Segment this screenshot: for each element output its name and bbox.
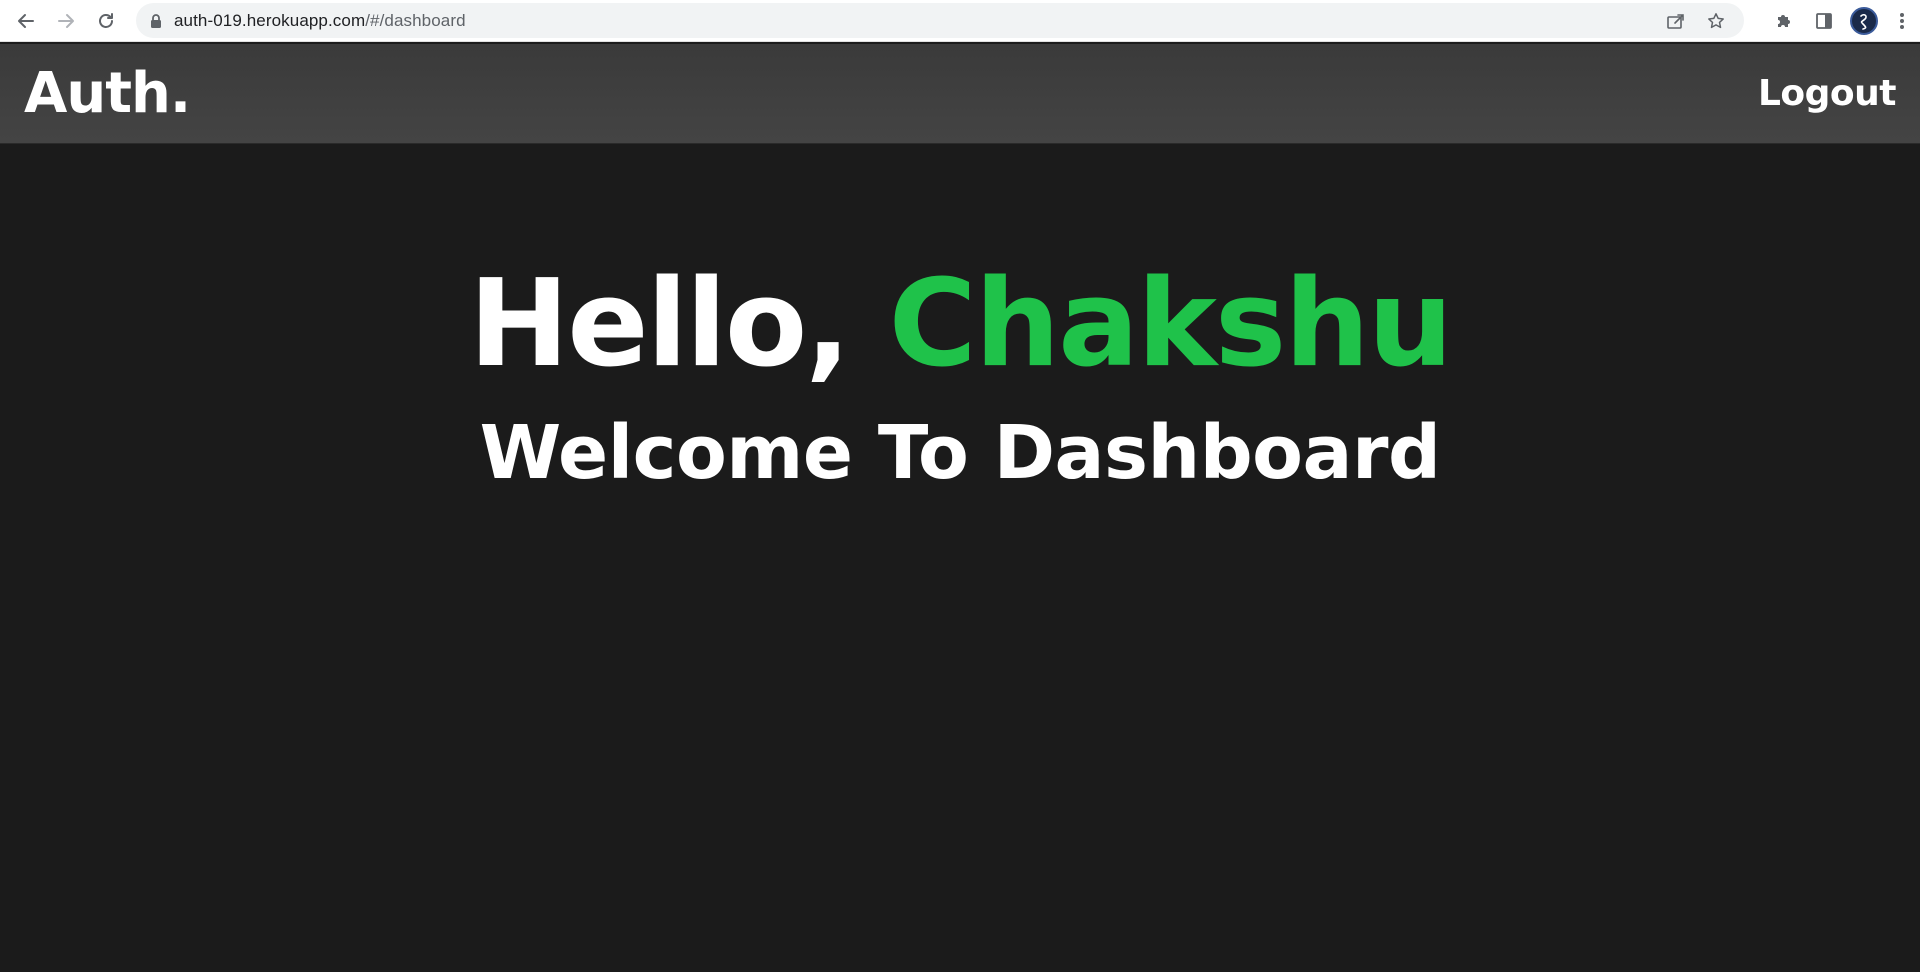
back-arrow-icon <box>18 13 34 28</box>
app-header: Auth. Logout <box>0 44 1920 144</box>
side-panel-button[interactable] <box>1804 0 1844 42</box>
user-name: Chakshu <box>888 255 1454 394</box>
browser-toolbar: auth-019.herokuapp.com/#/dashboard <box>0 0 1920 42</box>
share-icon <box>1667 13 1684 29</box>
logout-button[interactable]: Logout <box>1758 74 1897 114</box>
forward-button[interactable] <box>46 0 86 42</box>
side-panel-icon <box>1816 13 1832 29</box>
brand-logo[interactable]: Auth. <box>24 64 191 124</box>
url-path: /#/dashboard <box>365 10 466 30</box>
browser-menu-button[interactable] <box>1884 0 1920 42</box>
star-icon <box>1708 12 1724 28</box>
kebab-menu-icon <box>1900 13 1904 29</box>
profile-button[interactable] <box>1844 0 1884 42</box>
url-host: auth-019.herokuapp.com <box>174 10 366 30</box>
reload-icon <box>99 12 113 28</box>
reload-button[interactable] <box>86 0 126 42</box>
extensions-button[interactable] <box>1764 0 1804 42</box>
bookmark-button[interactable] <box>1696 12 1736 30</box>
back-button[interactable] <box>6 0 46 42</box>
welcome-heading: Welcome To Dashboard <box>479 410 1441 496</box>
url-text[interactable]: auth-019.herokuapp.com/#/dashboard <box>174 11 466 31</box>
address-bar[interactable]: auth-019.herokuapp.com/#/dashboard <box>136 3 1744 38</box>
puzzle-icon <box>1778 15 1790 27</box>
share-button[interactable] <box>1656 12 1696 30</box>
lock-icon[interactable] <box>150 13 162 28</box>
avatar <box>1850 7 1878 35</box>
greeting-heading: Hello, Chakshu <box>0 255 1920 395</box>
forward-arrow-icon <box>58 13 74 28</box>
greeting-text: Hello, <box>468 255 851 394</box>
